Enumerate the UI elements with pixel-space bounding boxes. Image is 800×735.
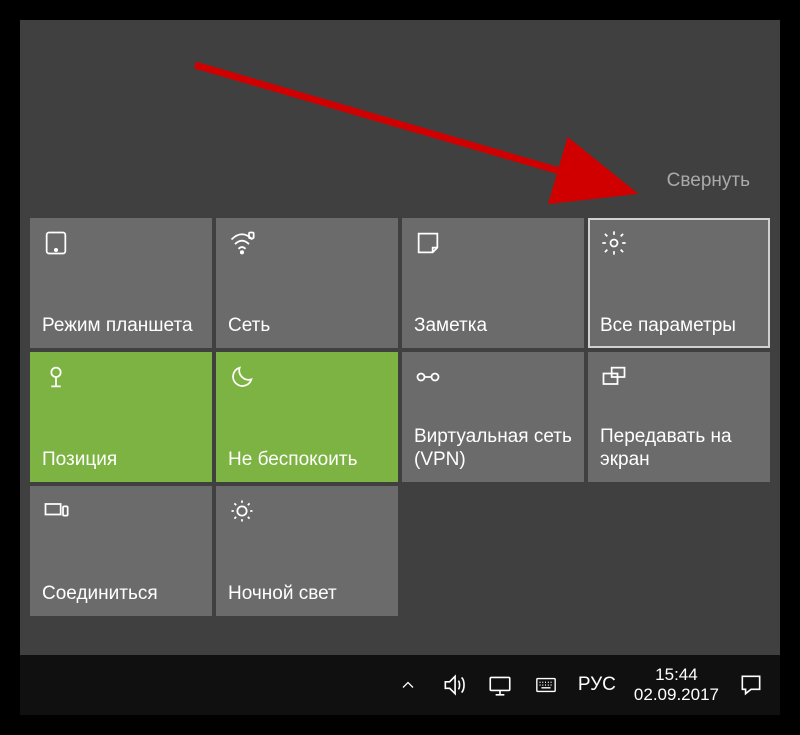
night-light-icon [228, 496, 258, 526]
gear-icon [600, 228, 630, 258]
volume-icon[interactable] [440, 671, 468, 699]
action-center-tray-icon[interactable] [737, 671, 765, 699]
clock[interactable]: 15:44 02.09.2017 [634, 665, 719, 706]
tile-label: Виртуальная сеть (VPN) [414, 426, 572, 472]
tile-label: Передавать на экран [600, 426, 758, 472]
quick-action-tiles: Режим планшета Сеть Заметка Все параметры По… [30, 218, 770, 616]
tile-label: Позиция [42, 449, 200, 472]
location-icon [42, 362, 72, 392]
tray-chevron-icon[interactable] [394, 671, 422, 699]
tile-label: Сеть [228, 315, 386, 338]
taskbar: РУС 15:44 02.09.2017 [20, 655, 780, 715]
tile-night-light[interactable]: Ночной свет [216, 486, 398, 616]
tile-connect[interactable]: Соединиться [30, 486, 212, 616]
tile-label: Все параметры [600, 315, 758, 338]
project-icon [600, 362, 630, 392]
tile-note[interactable]: Заметка [402, 218, 584, 348]
moon-icon [228, 362, 258, 392]
connect-icon [42, 496, 72, 526]
keyboard-tray-icon[interactable] [532, 671, 560, 699]
action-center-panel: Свернуть Режим планшета Сеть Заметка Все па… [20, 20, 780, 715]
vpn-icon [414, 362, 444, 392]
tile-tablet-mode[interactable]: Режим планшета [30, 218, 212, 348]
tablet-icon [42, 228, 72, 258]
tile-all-settings[interactable]: Все параметры [588, 218, 770, 348]
tile-vpn[interactable]: Виртуальная сеть (VPN) [402, 352, 584, 482]
tile-label: Ночной свет [228, 583, 386, 606]
tile-label: Не беспокоить [228, 449, 386, 472]
tile-label: Соединиться [42, 583, 200, 606]
tile-location[interactable]: Позиция [30, 352, 212, 482]
language-indicator[interactable]: РУС [578, 674, 616, 696]
clock-date: 02.09.2017 [634, 685, 719, 705]
collapse-button[interactable]: Свернуть [667, 170, 750, 192]
network-tray-icon[interactable] [486, 671, 514, 699]
tile-quiet-hours[interactable]: Не беспокоить [216, 352, 398, 482]
tile-label: Режим планшета [42, 315, 200, 338]
clock-time: 15:44 [634, 665, 719, 685]
tile-label: Заметка [414, 315, 572, 338]
tile-network[interactable]: Сеть [216, 218, 398, 348]
tile-project[interactable]: Передавать на экран [588, 352, 770, 482]
note-icon [414, 228, 444, 258]
wifi-icon [228, 228, 258, 258]
